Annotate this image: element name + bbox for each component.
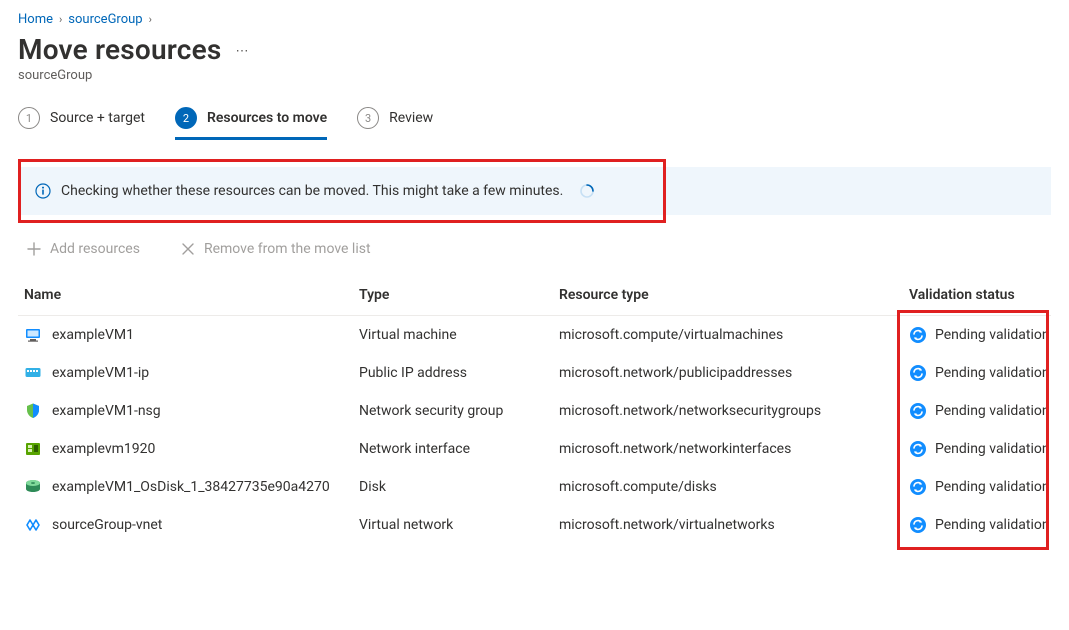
vnet-icon (24, 516, 42, 534)
wizard-stepper: 1 Source + target 2 Resources to move 3 Revie… (18, 107, 1051, 137)
table-row[interactable]: exampleVM1-nsg Network security groupmicr… (18, 392, 1051, 430)
table-row[interactable]: exampleVM1_OsDisk_1_38427735e90a4270 Disk… (18, 468, 1051, 506)
breadcrumb-home[interactable]: Home (18, 12, 53, 27)
validation-status: Pending validation (935, 441, 1050, 457)
more-actions-button[interactable]: ⋯ (235, 44, 250, 59)
step-label: Source + target (50, 110, 145, 126)
col-header-type[interactable]: Type (353, 279, 553, 316)
resource-type-id: microsoft.compute/virtualmachines (553, 316, 903, 355)
nic-icon (24, 440, 42, 458)
resource-type-friendly: Network interface (353, 430, 553, 468)
spinner-icon (579, 183, 595, 199)
resource-type-friendly: Public IP address (353, 354, 553, 392)
close-icon (180, 241, 196, 257)
add-resources-button[interactable]: Add resources (26, 241, 140, 257)
plus-icon (26, 241, 42, 257)
resources-table: Name Type Resource type Validation statu… (18, 279, 1051, 544)
vm-icon (24, 326, 42, 344)
chevron-right-icon: › (59, 13, 62, 26)
sync-icon (909, 364, 927, 382)
sync-icon (909, 440, 927, 458)
validation-status: Pending validation (935, 327, 1050, 343)
col-header-name[interactable]: Name (18, 279, 353, 316)
chevron-right-icon: › (149, 13, 152, 26)
validation-status: Pending validation (935, 403, 1050, 419)
table-row[interactable]: exampleVM1-ip Public IP addressmicrosoft.… (18, 354, 1051, 392)
step-label: Resources to move (207, 110, 327, 126)
wizard-step-3[interactable]: 3 Review (357, 107, 433, 137)
command-bar: Add resources Remove from the move list (18, 241, 1051, 257)
table-row[interactable]: sourceGroup-vnet Virtual networkmicrosoft… (18, 506, 1051, 544)
ip-icon (24, 364, 42, 382)
resource-type-id: microsoft.compute/disks (553, 468, 903, 506)
page-subtitle: sourceGroup (18, 68, 1051, 83)
info-banner: Checking whether these resources can be … (18, 159, 1051, 223)
resource-type-id: microsoft.network/virtualnetworks (553, 506, 903, 544)
add-resources-label: Add resources (50, 241, 140, 257)
resource-type-friendly: Disk (353, 468, 553, 506)
step-label: Review (389, 110, 433, 126)
step-number-badge: 2 (175, 107, 197, 129)
validation-status: Pending validation (935, 517, 1050, 533)
resource-type-id: microsoft.network/networkinterfaces (553, 430, 903, 468)
resource-name: exampleVM1 (52, 327, 134, 343)
table-row[interactable]: exampleVM1 Virtual machinemicrosoft.compu… (18, 316, 1051, 355)
disk-icon (24, 478, 42, 496)
wizard-step-1[interactable]: 1 Source + target (18, 107, 145, 137)
remove-from-list-label: Remove from the move list (204, 241, 371, 257)
sync-icon (909, 516, 927, 534)
resource-type-id: microsoft.network/publicipaddresses (553, 354, 903, 392)
col-header-resource-type[interactable]: Resource type (553, 279, 903, 316)
col-header-validation-status[interactable]: Validation status (903, 279, 1051, 316)
validation-status: Pending validation (935, 365, 1050, 381)
validation-status: Pending validation (935, 479, 1050, 495)
resource-type-friendly: Network security group (353, 392, 553, 430)
breadcrumb-source-group[interactable]: sourceGroup (68, 12, 142, 27)
resource-name: exampleVM1-nsg (52, 403, 161, 419)
resource-type-friendly: Virtual network (353, 506, 553, 544)
step-number-badge: 3 (357, 107, 379, 129)
resource-name: exampleVM1-ip (52, 365, 149, 381)
sync-icon (909, 402, 927, 420)
resource-type-id: microsoft.network/networksecuritygroups (553, 392, 903, 430)
resource-name: examplevm1920 (52, 441, 155, 457)
resource-name: sourceGroup-vnet (52, 517, 162, 533)
sync-icon (909, 478, 927, 496)
nsg-icon (24, 402, 42, 420)
wizard-step-2[interactable]: 2 Resources to move (175, 107, 327, 140)
resource-type-friendly: Virtual machine (353, 316, 553, 355)
page-title: Move resources (18, 33, 221, 66)
step-number-badge: 1 (18, 107, 40, 129)
remove-from-list-button[interactable]: Remove from the move list (180, 241, 371, 257)
info-banner-text: Checking whether these resources can be … (61, 183, 563, 199)
resource-name: exampleVM1_OsDisk_1_38427735e90a4270 (52, 479, 330, 495)
table-row[interactable]: examplevm1920 Network interfacemicrosoft.… (18, 430, 1051, 468)
breadcrumb: Home › sourceGroup › (18, 12, 1051, 27)
sync-icon (909, 326, 927, 344)
info-icon (35, 183, 51, 199)
